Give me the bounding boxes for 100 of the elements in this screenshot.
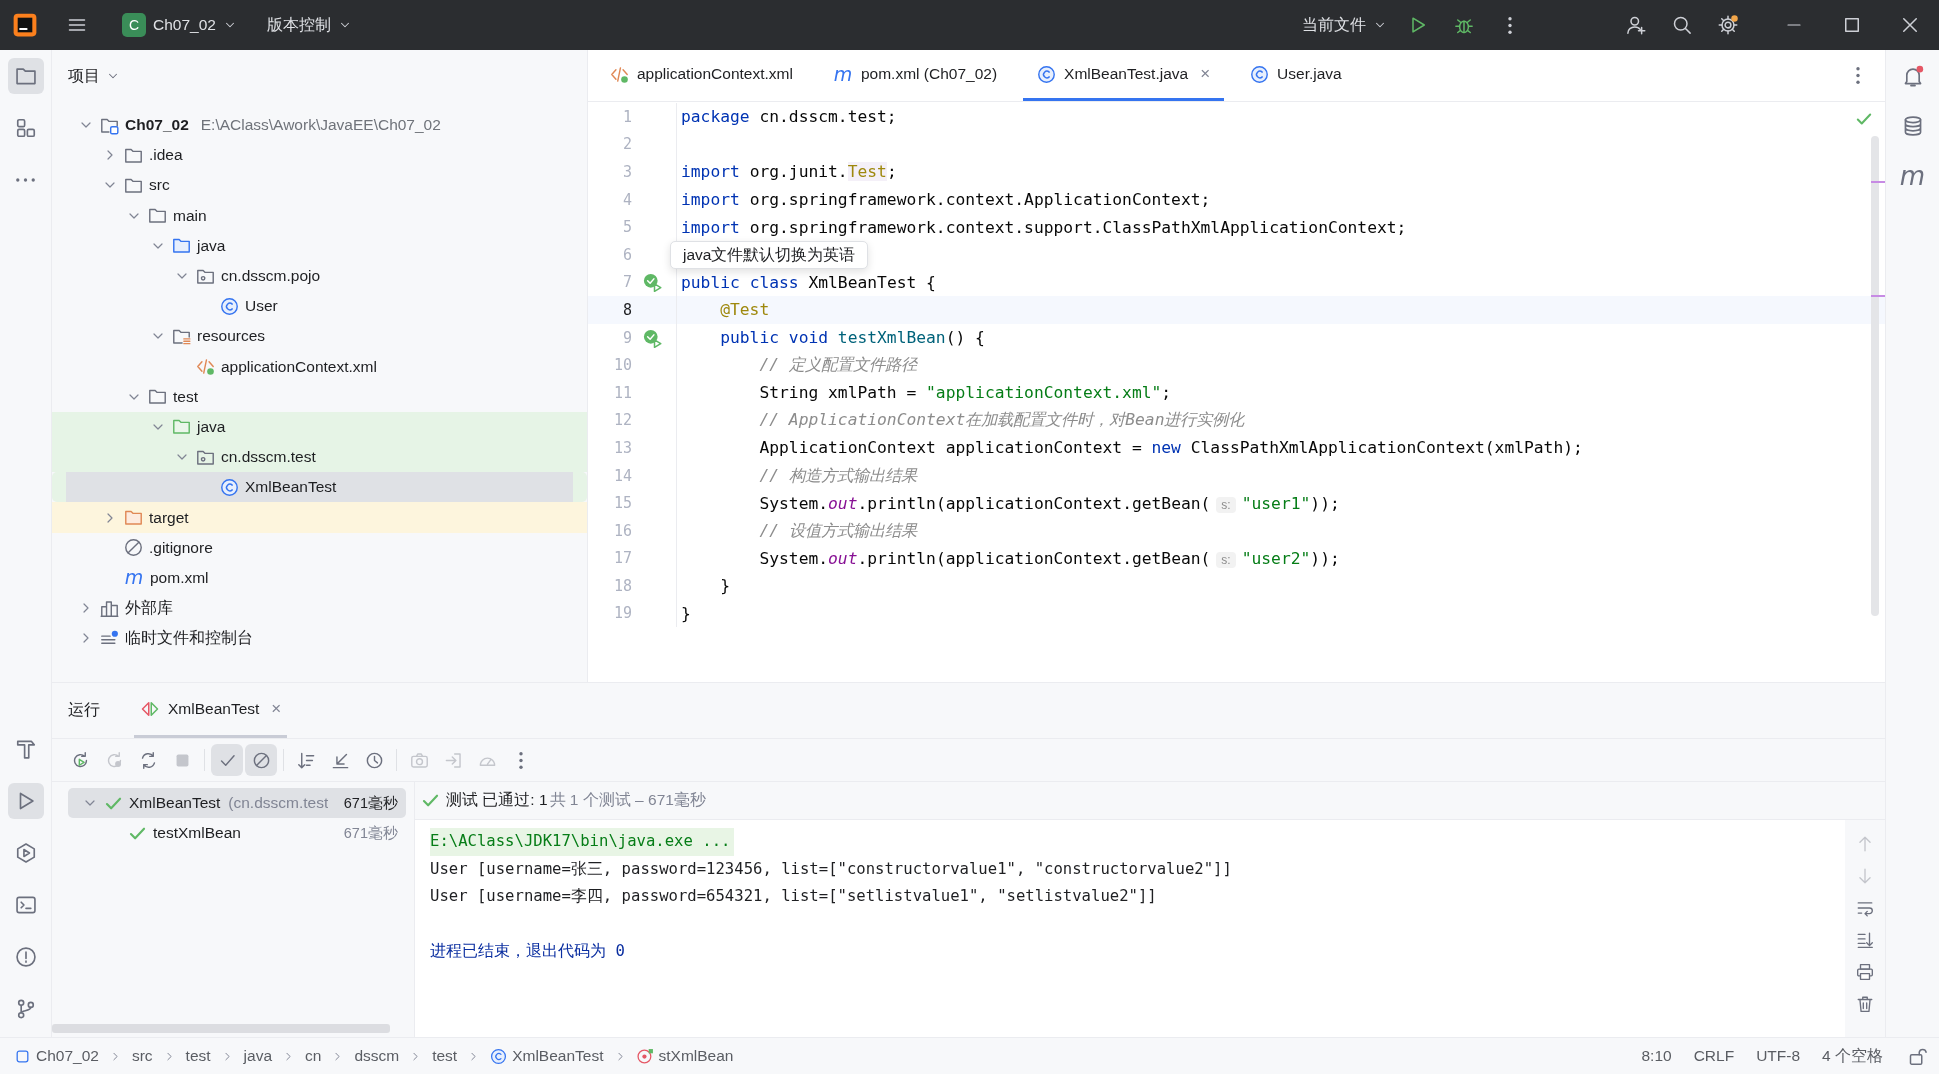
breadcrumb[interactable]: stXmlBean bbox=[636, 1047, 734, 1065]
run-test-icon[interactable] bbox=[642, 327, 662, 348]
line-number: 15 bbox=[612, 494, 632, 513]
status-item[interactable]: UTF-8 bbox=[1756, 1047, 1801, 1065]
tree-item[interactable]: cn.dsscm.pojo bbox=[52, 260, 587, 292]
terminal-icon bbox=[14, 894, 37, 916]
hammer-icon bbox=[14, 738, 37, 760]
breadcrumb[interactable]: src bbox=[131, 1047, 153, 1065]
services-icon bbox=[14, 842, 37, 864]
tree-item[interactable]: .idea bbox=[52, 140, 587, 171]
show-ignored-button[interactable] bbox=[245, 744, 277, 776]
scrollbar[interactable] bbox=[1871, 136, 1879, 616]
breadcrumb[interactable]: test bbox=[432, 1047, 458, 1065]
tree-item[interactable]: cn.dsscm.test bbox=[52, 442, 587, 473]
run-test-icon[interactable] bbox=[642, 272, 662, 293]
panel-title: 运行 bbox=[68, 700, 100, 720]
test-config-icon bbox=[140, 699, 160, 719]
tree-item[interactable]: 临时文件和控制台 bbox=[52, 623, 587, 654]
tree-item[interactable]: m pom.xml bbox=[52, 562, 587, 593]
test-tree-item[interactable]: testXmlBean 671毫秒 bbox=[68, 818, 406, 848]
more-icon bbox=[1856, 67, 1860, 84]
tooltip: java文件默认切换为英语 bbox=[670, 241, 869, 269]
breadcrumb[interactable]: XmlBeanTest bbox=[490, 1047, 604, 1065]
xml-file-icon bbox=[196, 357, 215, 377]
line-number: 2 bbox=[621, 135, 632, 154]
tree-item[interactable]: target bbox=[52, 502, 587, 533]
line-number: 12 bbox=[612, 411, 632, 430]
soft-wrap-icon bbox=[1856, 899, 1874, 917]
tree-item[interactable]: resources bbox=[52, 321, 587, 352]
project-tool-button[interactable] bbox=[7, 58, 44, 94]
console-output: E:\AClass\JDK17\bin\java.exe ... User [username=张三, password=123456, list=["constructorvalue1", "constructorvalue2"]] User [username=李四, password=654321, list=["setlistvalue1", "setlistvalue2"]] 进程已结束，退出代码为 0 bbox=[415, 820, 1845, 1037]
tree-item[interactable]: User bbox=[52, 291, 587, 322]
code-line: } bbox=[719, 576, 730, 596]
letter-m-icon: m bbox=[832, 64, 853, 84]
tree-item[interactable]: Ch07_02 E:\AClass\Awork\JavaEE\Ch07_02 bbox=[52, 110, 587, 141]
code-line: import org.springframework.context.support.ClassPathXmlApplicationContext; bbox=[681, 217, 1407, 237]
tree-item[interactable]: main bbox=[52, 200, 587, 231]
line-number: 14 bbox=[612, 466, 632, 485]
close-tab-button[interactable]: × bbox=[271, 699, 282, 719]
class-icon bbox=[220, 296, 239, 316]
run-configuration-dropdown[interactable]: 当前文件 bbox=[1294, 7, 1395, 43]
scroll-to-end-icon bbox=[1856, 931, 1874, 949]
code-line: public void testXmlBean() { bbox=[719, 328, 985, 348]
breadcrumb[interactable]: Ch07_02 bbox=[14, 1047, 99, 1065]
class-icon bbox=[1037, 64, 1057, 84]
project-switcher[interactable]: C Ch07_02 bbox=[114, 7, 245, 43]
close-icon bbox=[1900, 15, 1920, 35]
folder-icon bbox=[148, 387, 167, 407]
status-item[interactable]: 8:10 bbox=[1641, 1047, 1672, 1065]
code-line: package cn.dsscm.test; bbox=[681, 107, 897, 127]
code-line: // 构造方式输出结果 bbox=[758, 464, 917, 487]
maven-tool-button[interactable]: m bbox=[1894, 158, 1931, 194]
app-logo-icon[interactable] bbox=[12, 12, 38, 38]
code-line: System.out.println(applicationContext.getBean( s: "user1")); bbox=[758, 493, 1340, 513]
line-number: 10 bbox=[612, 356, 632, 375]
line-number: 16 bbox=[612, 521, 632, 540]
xml-file-icon bbox=[610, 64, 629, 84]
sort-icon bbox=[296, 750, 316, 770]
camera-icon bbox=[409, 750, 429, 770]
editor-tab[interactable]: User.java bbox=[1236, 50, 1356, 101]
editor-tab[interactable]: XmlBeanTest.java × bbox=[1023, 50, 1225, 101]
breadcrumb[interactable]: cn bbox=[305, 1047, 322, 1065]
folder-icon bbox=[172, 417, 191, 437]
breadcrumb[interactable]: dsscm bbox=[354, 1047, 400, 1065]
breadcrumb[interactable]: java bbox=[243, 1047, 272, 1065]
line-number: 11 bbox=[612, 383, 632, 402]
printer-icon bbox=[1856, 963, 1874, 981]
run-tab[interactable]: XmlBeanTest × bbox=[134, 683, 288, 738]
change-marker bbox=[1871, 295, 1885, 297]
lock-icon bbox=[1908, 1046, 1928, 1066]
tree-item[interactable]: java bbox=[52, 230, 587, 261]
letter-m-icon: m bbox=[124, 568, 144, 588]
line-number: 5 bbox=[621, 218, 632, 237]
tree-item[interactable]: 外部库 bbox=[52, 593, 587, 624]
version-control-menu[interactable]: 版本控制 bbox=[258, 7, 360, 43]
breadcrumb[interactable]: test bbox=[185, 1047, 211, 1065]
tree-item[interactable]: java bbox=[52, 411, 587, 443]
editor-tab[interactable]: m pom.xml (Ch07_02) bbox=[818, 50, 1012, 101]
run-tool-button[interactable] bbox=[7, 783, 44, 819]
code-line: public class XmlBeanTest { bbox=[681, 272, 936, 292]
code-line: ApplicationContext applicationContext = new ClassPathXmlApplicationContext(xmlPath); bbox=[758, 438, 1583, 458]
panel-title[interactable]: 项目 bbox=[68, 65, 100, 87]
show-passed-button[interactable] bbox=[211, 744, 243, 776]
editor-tab[interactable]: applicationContext.xml bbox=[596, 50, 807, 101]
tree-item[interactable]: .gitignore bbox=[52, 532, 587, 563]
folder-icon bbox=[14, 65, 37, 87]
tree-item[interactable]: applicationContext.xml bbox=[52, 351, 587, 382]
test-tree-item[interactable]: XmlBeanTest (cn.dsscm.test 671毫秒 bbox=[68, 788, 406, 818]
tree-item[interactable]: src bbox=[52, 170, 587, 201]
status-item[interactable]: CRLF bbox=[1693, 1047, 1735, 1065]
code-line: import org.springframework.context.ApplicationContext; bbox=[681, 190, 1211, 210]
tree-item[interactable]: XmlBeanTest bbox=[52, 472, 587, 503]
line-number: 8 bbox=[621, 300, 632, 319]
status-item[interactable]: 4 个空格 bbox=[1822, 1045, 1883, 1067]
code-line: } bbox=[681, 604, 691, 623]
class-icon bbox=[490, 1047, 508, 1065]
line-number: 13 bbox=[612, 438, 632, 457]
scrollbar[interactable] bbox=[52, 1024, 390, 1033]
close-tab-button[interactable]: × bbox=[1200, 64, 1211, 84]
tree-item[interactable]: test bbox=[52, 381, 587, 412]
